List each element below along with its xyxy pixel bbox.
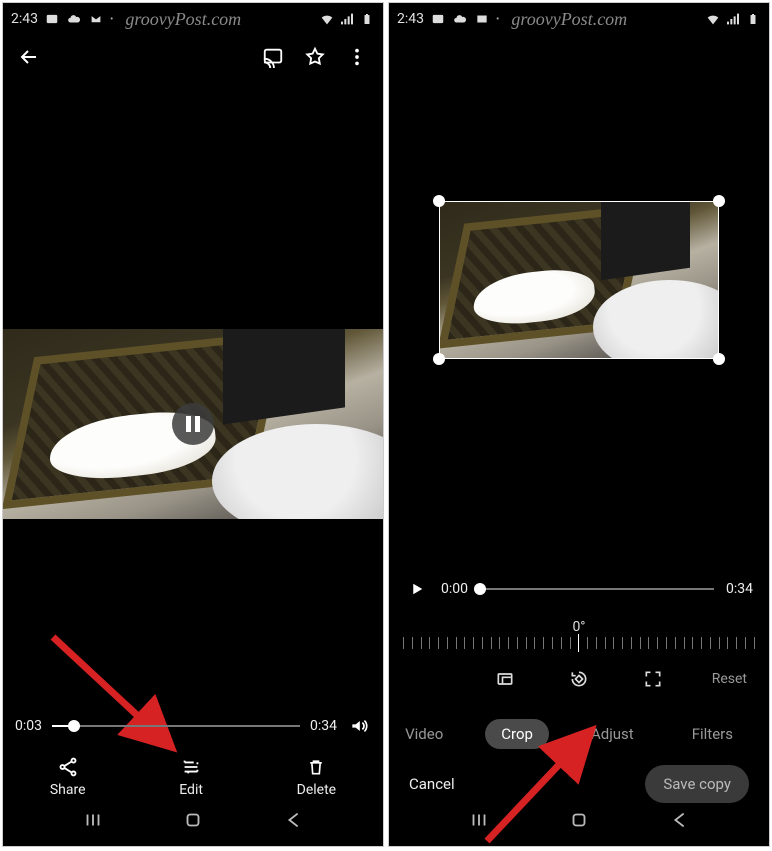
volume-icon[interactable] — [347, 714, 371, 738]
edit-label: Edit — [179, 782, 203, 798]
battery-icon — [745, 11, 761, 27]
more-vert-icon[interactable] — [345, 45, 369, 69]
delete-button[interactable]: Delete — [297, 756, 336, 798]
status-bar: 2:43 • groovyPost.com — [389, 3, 769, 35]
crop-handle-top-left[interactable] — [433, 195, 445, 207]
edit-tabs: Video Crop Adjust Filters — [389, 719, 769, 749]
status-bar: 2:43 • groovyPost.com — [3, 3, 383, 35]
save-copy-button[interactable]: Save copy — [645, 765, 749, 803]
expand-icon[interactable] — [641, 667, 665, 691]
back-arrow-icon[interactable] — [17, 45, 41, 69]
tab-filters[interactable]: Filters — [676, 719, 749, 749]
time-duration: 0:34 — [310, 718, 337, 734]
status-dot: • — [496, 14, 499, 25]
scrubber-track[interactable] — [480, 588, 714, 590]
nav-back-icon[interactable] — [283, 809, 305, 835]
watermark-text: groovyPost.com — [511, 9, 627, 30]
video-scrubber[interactable]: 0:03 0:34 — [3, 714, 383, 738]
cloud-icon — [452, 11, 468, 27]
tab-adjust[interactable]: Adjust — [575, 719, 650, 749]
wifi-icon — [705, 11, 721, 27]
nav-home-icon[interactable] — [182, 809, 204, 835]
share-button[interactable]: Share — [50, 756, 86, 798]
share-label: Share — [50, 782, 86, 798]
aspect-ratio-icon[interactable] — [493, 667, 517, 691]
video-thumbnail — [439, 201, 719, 359]
action-row: Share Edit Delete — [3, 756, 383, 798]
signal-icon — [725, 11, 741, 27]
crop-handle-top-right[interactable] — [713, 195, 725, 207]
video-preview-area[interactable] — [3, 329, 383, 519]
tab-video[interactable]: Video — [389, 719, 459, 749]
tab-crop[interactable]: Crop — [485, 719, 549, 749]
status-dot: • — [110, 14, 113, 25]
crop-frame[interactable] — [439, 201, 719, 359]
annotation-arrow — [47, 631, 187, 771]
cloud-icon — [66, 11, 82, 27]
gmail-icon — [88, 11, 104, 27]
crop-handle-bottom-right[interactable] — [713, 353, 725, 365]
player-toolbar — [3, 35, 383, 79]
gmail-icon — [474, 11, 490, 27]
crop-preview-area[interactable] — [389, 155, 769, 405]
rotation-slider[interactable] — [403, 631, 755, 655]
wifi-icon — [319, 11, 335, 27]
rotate-icon[interactable] — [567, 667, 591, 691]
time-current: 0:00 — [441, 581, 468, 597]
reset-button[interactable]: Reset — [712, 671, 747, 687]
phone-screenshot-player: 2:43 • groovyPost.com — [2, 2, 384, 847]
watermark-text: groovyPost.com — [125, 9, 241, 30]
nav-recent-icon[interactable] — [82, 809, 104, 835]
time-duration: 0:34 — [726, 581, 753, 597]
crop-handle-bottom-left[interactable] — [433, 353, 445, 365]
picture-icon — [44, 11, 60, 27]
signal-icon — [339, 11, 355, 27]
edit-button[interactable]: Edit — [179, 756, 203, 798]
play-icon[interactable] — [405, 577, 429, 601]
scrubber-track[interactable] — [52, 725, 300, 727]
picture-icon — [430, 11, 446, 27]
video-scrubber[interactable]: 0:00 0:34 — [389, 577, 769, 601]
cancel-button[interactable]: Cancel — [409, 775, 455, 793]
crop-tool-row: Reset — [389, 667, 769, 691]
status-time: 2:43 — [397, 11, 424, 27]
cast-icon[interactable] — [261, 45, 285, 69]
battery-icon — [359, 11, 375, 27]
nav-home-icon[interactable] — [568, 809, 590, 835]
confirm-row: Cancel Save copy — [389, 765, 769, 803]
android-navbar — [389, 804, 769, 840]
pause-button[interactable] — [172, 403, 214, 445]
time-current: 0:03 — [15, 718, 42, 734]
delete-label: Delete — [297, 782, 336, 798]
android-navbar — [3, 804, 383, 840]
nav-back-icon[interactable] — [669, 809, 691, 835]
star-icon[interactable] — [303, 45, 327, 69]
nav-recent-icon[interactable] — [468, 809, 490, 835]
phone-screenshot-crop-editor: 2:43 • groovyPost.com — [388, 2, 770, 847]
status-time: 2:43 — [11, 11, 38, 27]
